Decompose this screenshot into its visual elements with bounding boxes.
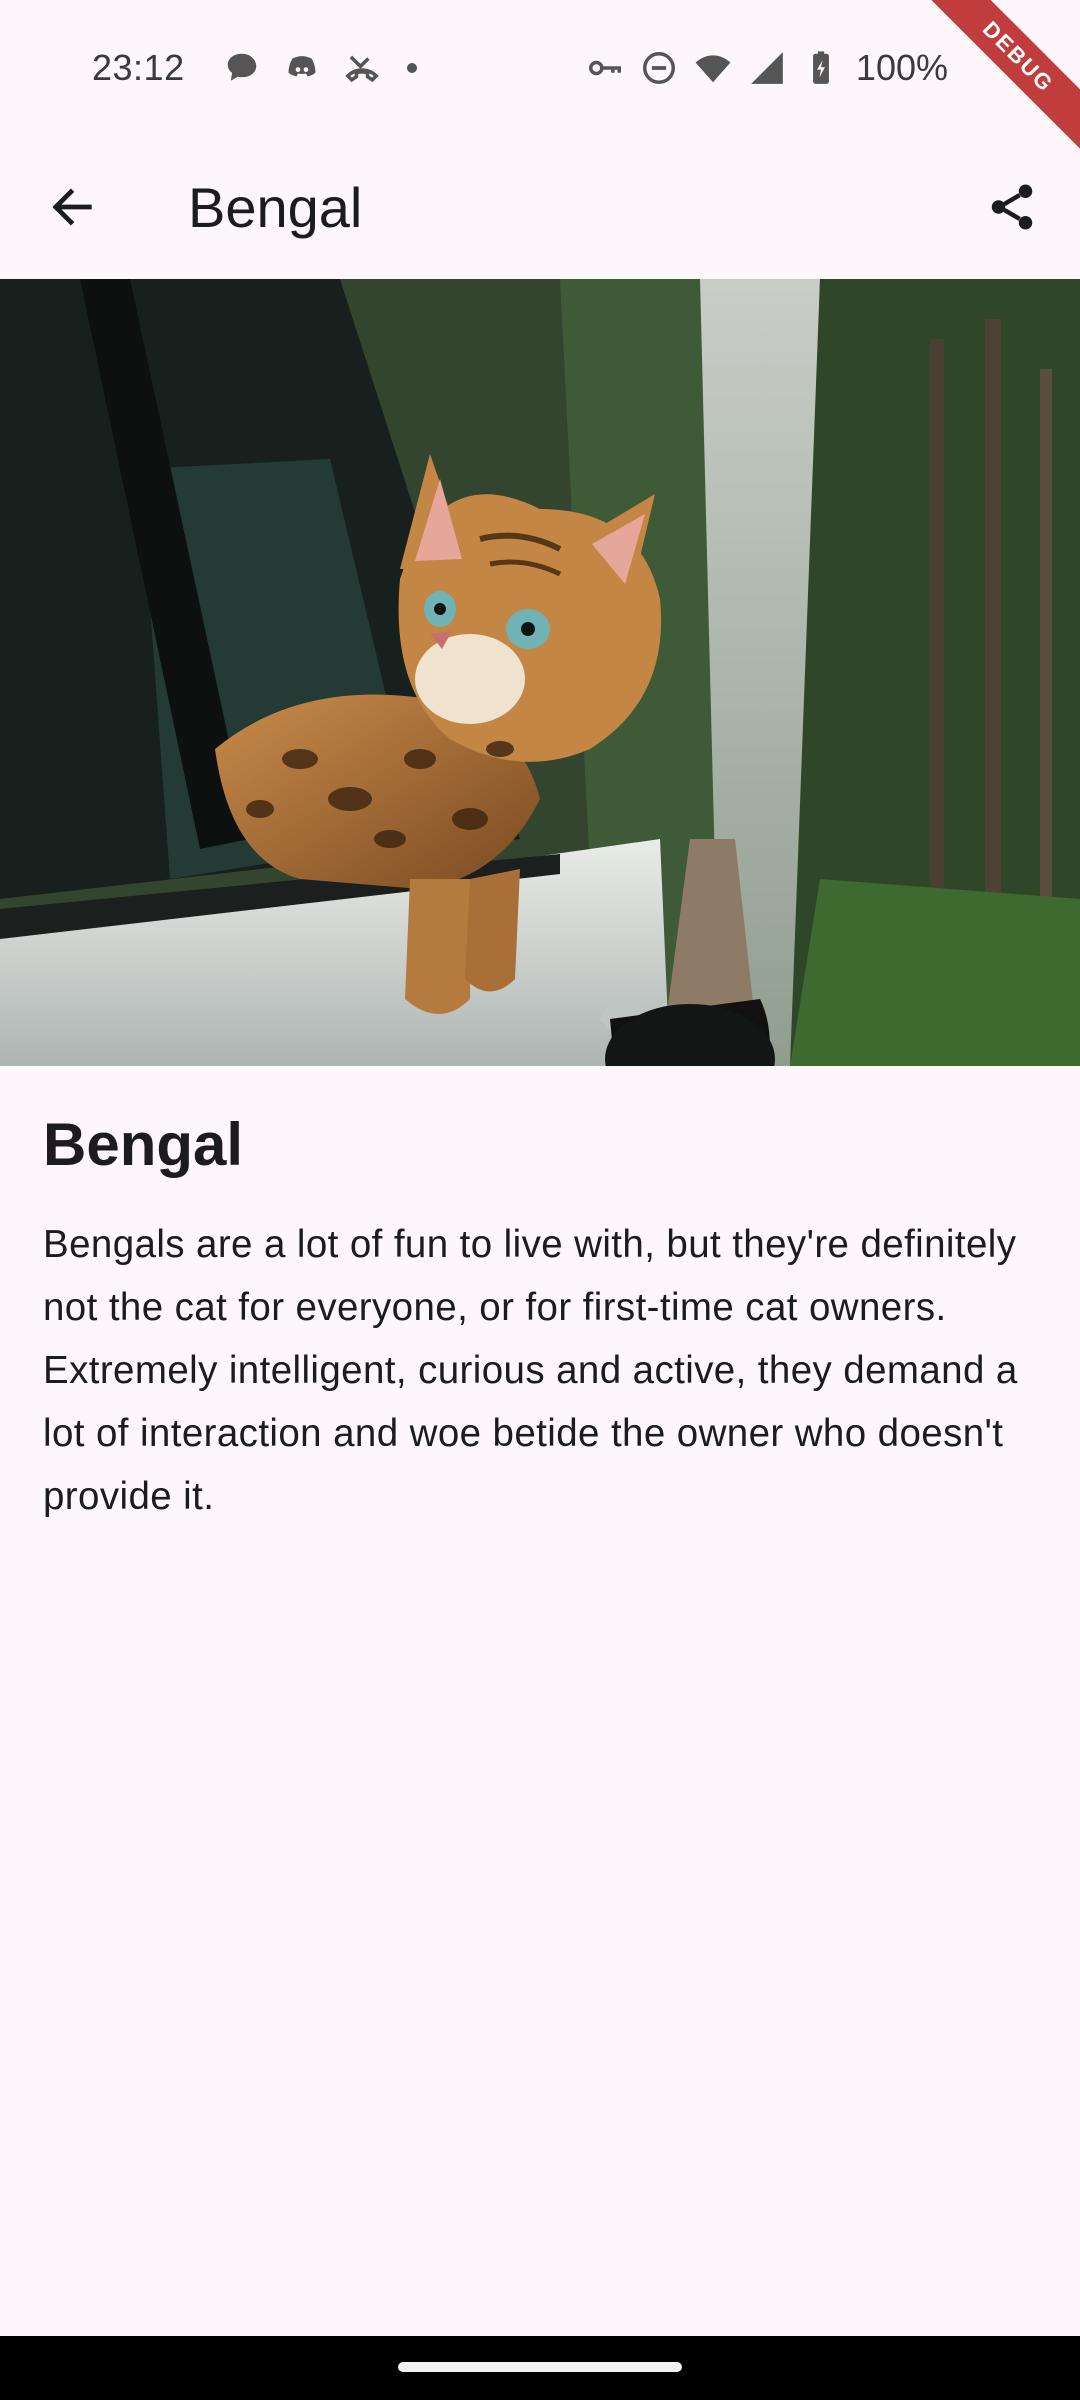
status-system-icons: 100% — [586, 47, 948, 89]
app-bar: Bengal — [0, 135, 1080, 279]
do-not-disturb-icon — [642, 51, 675, 84]
back-button[interactable] — [24, 159, 120, 255]
battery-percentage: 100% — [855, 46, 948, 88]
share-button[interactable] — [964, 159, 1060, 255]
battery-charging-icon — [813, 50, 829, 84]
page-title: Bengal — [188, 175, 363, 239]
discord-icon — [288, 55, 316, 76]
breed-name: Bengal — [43, 1111, 244, 1178]
status-bar: 23:12 100% — [0, 0, 1080, 135]
missed-call-icon — [344, 55, 379, 82]
breed-description: Bengals are a lot of fun to live with, b… — [43, 1223, 1018, 1518]
status-time: 23:12 — [92, 46, 185, 88]
cat-photo-illustration — [0, 279, 1080, 1066]
chat-bubble-icon — [227, 53, 256, 81]
vpn-key-icon — [588, 60, 621, 75]
cellular-signal-icon — [751, 51, 783, 84]
arrow-back-icon — [52, 188, 92, 226]
cat-hero-image — [0, 279, 1080, 1066]
share-icon — [991, 184, 1033, 230]
wifi-icon — [695, 54, 731, 82]
home-gesture-handle[interactable] — [398, 2362, 682, 2372]
notification-dot-icon — [406, 62, 417, 73]
breed-content: Bengal Bengals are a lot of fun to live … — [43, 1110, 1043, 1528]
status-notification-icons — [223, 49, 417, 87]
